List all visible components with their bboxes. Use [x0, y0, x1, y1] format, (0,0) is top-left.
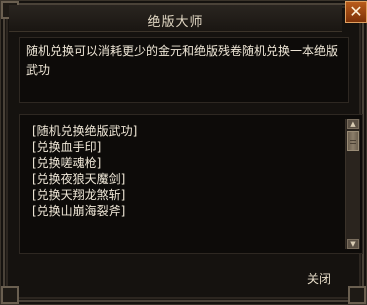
description-panel: 随机兑换可以消耗更少的金元和绝版残卷随机兑换一本绝版武功: [19, 37, 349, 103]
window-title: 绝版大师: [147, 15, 204, 30]
close-icon[interactable]: ✕: [345, 1, 367, 23]
exchange-list: [随机兑换绝版武功] [兑换血手印] [兑换嗟魂枪] [兑换夜狼天魔剑] [兑换…: [32, 123, 137, 219]
scroll-up-icon[interactable]: ▲: [347, 119, 359, 129]
close-button[interactable]: 关闭: [299, 270, 339, 288]
title-bar: 绝版大师: [9, 5, 342, 32]
exchange-item-1[interactable]: [兑换血手印]: [32, 139, 137, 155]
exchange-item-2[interactable]: [兑换嗟魂枪]: [32, 155, 137, 171]
dialog-footer: 关闭: [9, 260, 361, 298]
list-scrollbar[interactable]: ▲ ▼: [345, 119, 360, 249]
exchange-item-4[interactable]: [兑换天翔龙煞斩]: [32, 187, 137, 203]
exchange-item-5[interactable]: [兑换山崩海裂斧]: [32, 203, 137, 219]
dialog-window: 绝版大师 ✕ 随机兑换可以消耗更少的金元和绝版残卷随机兑换一本绝版武功 [随机兑…: [0, 0, 367, 305]
exchange-item-3[interactable]: [兑换夜狼天魔剑]: [32, 171, 137, 187]
exchange-item-random[interactable]: [随机兑换绝版武功]: [32, 123, 137, 139]
scroll-down-icon[interactable]: ▼: [347, 239, 359, 249]
description-text: 随机兑换可以消耗更少的金元和绝版残卷随机兑换一本绝版武功: [26, 44, 339, 77]
exchange-list-panel: [随机兑换绝版武功] [兑换血手印] [兑换嗟魂枪] [兑换夜狼天魔剑] [兑换…: [19, 114, 363, 254]
scroll-thumb[interactable]: [347, 131, 359, 151]
